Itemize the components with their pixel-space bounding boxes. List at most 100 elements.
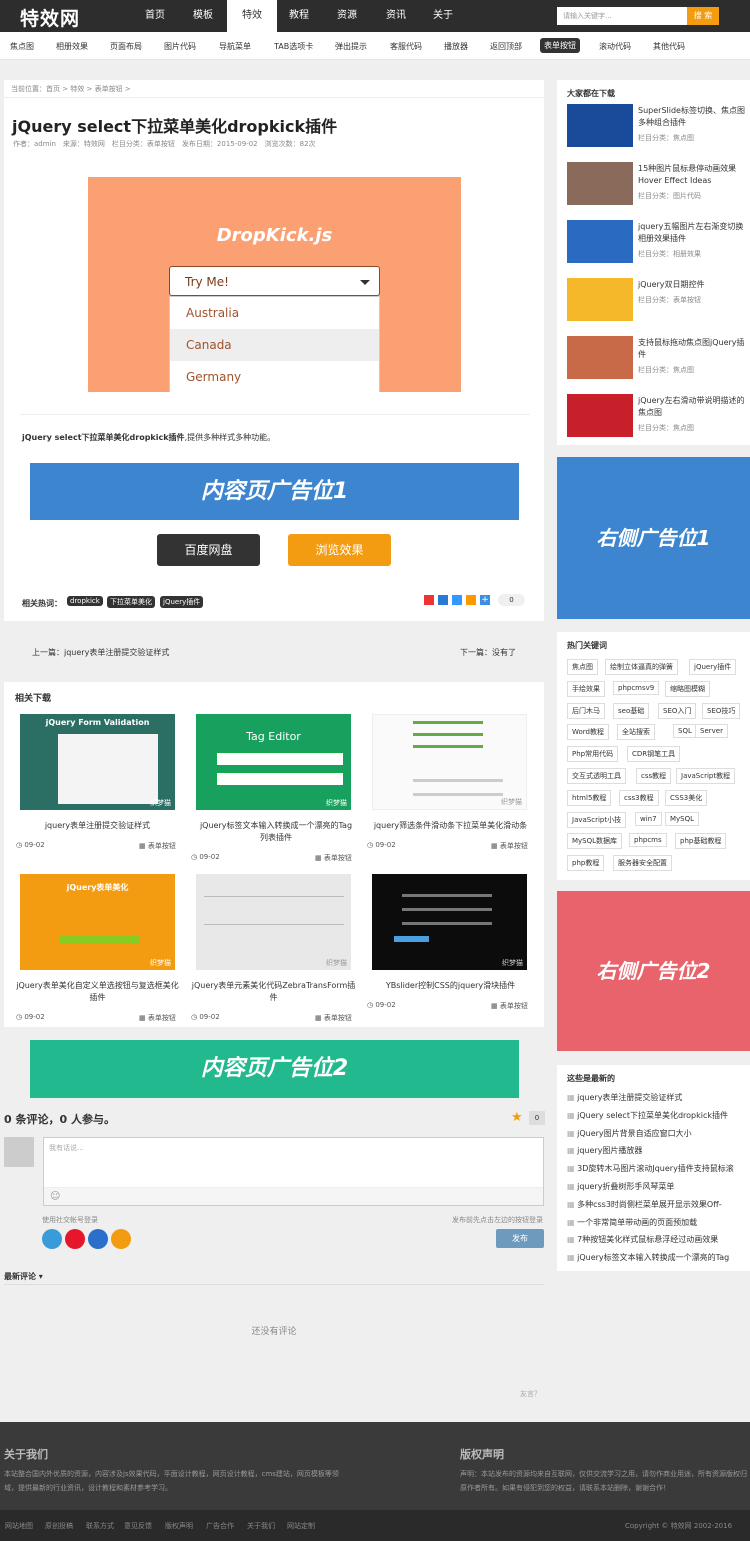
related-caption[interactable]: jQuery表单元素美化代码ZebraTransForm插件 [190, 980, 357, 1004]
nav-item-templates[interactable]: 模板 [178, 0, 228, 32]
subnav-item[interactable]: 焦点图 [10, 41, 34, 52]
subnav-item[interactable]: 弹出提示 [335, 41, 367, 52]
download-title[interactable]: jQuery左右滑动带说明描述的焦点图 [638, 395, 746, 419]
newest-item[interactable]: ▦ jquery折叠树形手风琴菜单 [567, 1181, 737, 1192]
related-caption[interactable]: jQuery表单美化自定义单选按钮与复选框美化插件 [14, 980, 181, 1004]
download-button[interactable]: 百度网盘 [157, 534, 260, 566]
related-category[interactable]: ▦ 表单按钮 [139, 1013, 176, 1023]
keyword-tag[interactable]: win7 [635, 811, 662, 826]
related-caption[interactable]: jQuery标签文本输入转换成一个漂亮的Tag列表插件 [196, 820, 356, 844]
keyword-tag[interactable]: SEO技巧 [702, 702, 741, 719]
related-category[interactable]: ▦ 表单按钮 [315, 853, 352, 863]
sidebar-ad-1[interactable]: 右侧广告位1 [557, 457, 750, 619]
content-ad-1[interactable]: 内容页广告位1 [30, 463, 519, 520]
keyword-tag[interactable]: CDR钢笔工具 [627, 746, 681, 763]
download-category[interactable]: 栏目分类：相册效果 [638, 249, 701, 259]
qq-share-icon[interactable] [466, 595, 476, 605]
keyword-tag[interactable]: phpcms [629, 833, 667, 848]
subnav-item[interactable]: 滚动代码 [599, 41, 631, 52]
prev-article-link[interactable]: 上一篇：jquery表单注册提交验证样式 [32, 647, 169, 658]
related-category[interactable]: ▦ 表单按钮 [491, 1001, 528, 1011]
keyword-tag[interactable]: phpcmsv9 [613, 680, 660, 695]
keyword-tag[interactable]: Php常用代码 [567, 746, 619, 763]
newest-item[interactable]: ▦ jQuery图片背景自适应窗口大小 [567, 1128, 737, 1139]
nav-item-about[interactable]: 关于 [418, 0, 468, 32]
subnav-item-active[interactable]: 表单按钮 [540, 38, 580, 53]
weibo-login-icon[interactable] [65, 1229, 85, 1249]
site-logo[interactable]: 特效网 [20, 4, 80, 31]
star-icon[interactable]: ★ [511, 1110, 523, 1125]
tencent-weibo-login-icon[interactable] [111, 1229, 131, 1249]
related-thumb[interactable]: Tag Editor 织梦猫 [196, 714, 351, 810]
tag-link[interactable]: jQuery插件 [160, 596, 204, 608]
footer-link[interactable]: 广告合作 [206, 1521, 234, 1531]
subnav-item[interactable]: 返回顶部 [490, 41, 522, 52]
renren-share-icon[interactable] [438, 595, 448, 605]
newest-item[interactable]: ▦ jquery表单注册提交验证样式 [567, 1092, 737, 1103]
keyword-tag[interactable]: MySQL数据库 [567, 833, 623, 850]
download-thumb[interactable] [567, 104, 633, 147]
subnav-item[interactable]: TAB选项卡 [274, 41, 313, 52]
related-category[interactable]: ▦ 表单按钮 [491, 841, 528, 851]
related-thumb[interactable]: jQuery Form Validation 织梦猫 [20, 714, 175, 810]
footer-link[interactable]: 关于我们 [247, 1521, 275, 1531]
keyword-tag[interactable]: Word教程 [567, 724, 609, 741]
more-share-icon[interactable]: + [480, 595, 490, 605]
subnav-item[interactable]: 导航菜单 [219, 41, 251, 52]
content-ad-2[interactable]: 内容页广告位2 [30, 1040, 519, 1098]
keyword-tag[interactable]: 后门木马 [567, 702, 605, 719]
keyword-tag[interactable]: JavaScript教程 [676, 768, 736, 784]
subnav-item[interactable]: 播放器 [444, 41, 468, 52]
keyword-tag[interactable]: php教程 [567, 855, 605, 872]
download-thumb[interactable] [567, 162, 633, 205]
keyword-tag[interactable]: jQuery插件 [689, 659, 737, 675]
submit-comment-button[interactable]: 发布 [496, 1229, 544, 1248]
keyword-tag[interactable]: css教程 [636, 768, 672, 784]
footer-link[interactable]: 意见反馈 [124, 1521, 152, 1531]
nav-item-resources[interactable]: 资源 [322, 0, 372, 32]
renren-login-icon[interactable] [88, 1229, 108, 1249]
subnav-item[interactable]: 客服代码 [390, 41, 422, 52]
download-category[interactable]: 栏目分类：焦点图 [638, 365, 694, 375]
newest-item[interactable]: ▦ 3D旋转木马图片滚动Jquery插件支持鼠标滚 [567, 1163, 737, 1174]
download-thumb[interactable] [567, 336, 633, 379]
keyword-tag[interactable]: 服务器安全配置 [613, 855, 672, 872]
related-caption[interactable]: jquery筛选条件滑动条下拉菜单美化滑动条 [368, 820, 533, 832]
download-title[interactable]: jQuery双日期控件 [638, 279, 746, 291]
keyword-tag[interactable]: 缩略图模糊 [665, 680, 710, 697]
download-title[interactable]: 15种图片鼠标悬停动画效果Hover Effect Ideas [638, 163, 746, 187]
keyword-tag[interactable]: Server [695, 724, 728, 739]
emoji-icon[interactable]: ☺ [50, 1191, 60, 1202]
nav-item-home[interactable]: 首页 [130, 0, 180, 32]
nav-item-effects[interactable]: 特效 [227, 0, 277, 32]
download-category[interactable]: 栏目分类：焦点图 [638, 133, 694, 143]
newest-item[interactable]: ▦ 7种按钮美化样式鼠标悬浮经过动画效果 [567, 1234, 737, 1245]
weibo-share-icon[interactable] [424, 595, 434, 605]
download-category[interactable]: 栏目分类：焦点图 [638, 423, 694, 433]
download-thumb[interactable] [567, 394, 633, 437]
download-thumb[interactable] [567, 278, 633, 321]
powered-by-link[interactable]: 友言？ [520, 1389, 541, 1399]
keyword-tag[interactable]: 手绘效果 [567, 680, 605, 697]
keyword-tag[interactable]: MySQL [665, 811, 700, 826]
subnav-item[interactable]: 相册效果 [56, 41, 88, 52]
qq-login-icon[interactable] [42, 1229, 62, 1249]
keyword-tag[interactable]: seo基础 [613, 702, 650, 719]
related-thumb[interactable]: jQuery表单美化 织梦猫 [20, 874, 175, 970]
download-category[interactable]: 栏目分类：图片代码 [638, 191, 701, 201]
keyword-tag[interactable]: 交互式透明工具 [567, 768, 626, 784]
newest-item[interactable]: ▦ 多种css3时尚侧栏菜单展开显示效果Off- [567, 1199, 737, 1210]
qzone-share-icon[interactable] [452, 595, 462, 605]
breadcrumb[interactable]: 当前位置：首页 > 特效 > 表单按钮 > [11, 84, 131, 94]
footer-link[interactable]: 联系方式 [86, 1521, 114, 1531]
newest-item[interactable]: ▦ jQuery select下拉菜单美化dropkick插件 [567, 1110, 737, 1121]
latest-comments-tab[interactable]: 最新评论 ▾ [4, 1271, 43, 1282]
next-article-link[interactable]: 下一篇：没有了 [460, 647, 516, 658]
keyword-tag[interactable]: 绘制立体逼真的弹簧 [605, 659, 678, 675]
related-thumb[interactable]: 织梦猫 [196, 874, 351, 970]
download-title[interactable]: jquery五幅图片左右渐变切换相册效果插件 [638, 221, 746, 245]
footer-link[interactable]: 原创投稿 [45, 1521, 73, 1531]
keyword-tag[interactable]: SEO入门 [658, 702, 697, 719]
related-caption[interactable]: YBslider控制CSS的jquery滑块插件 [368, 980, 533, 992]
keyword-tag[interactable]: html5教程 [567, 789, 612, 806]
